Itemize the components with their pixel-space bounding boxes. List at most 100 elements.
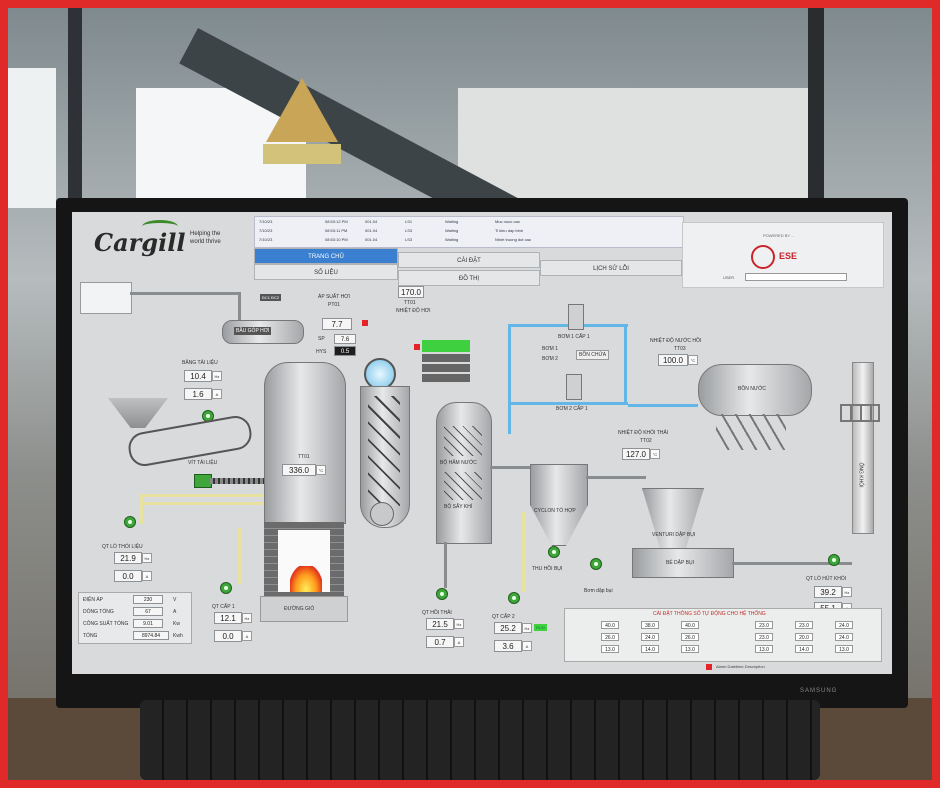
tab-charts[interactable]: ĐỒ THỊ (398, 270, 540, 286)
info-value: 8974.84 (133, 631, 169, 640)
cyclone-label: CYCLON TỔ HỢP (534, 508, 576, 514)
dust-valve-icon[interactable] (548, 546, 560, 558)
flue-pipe (490, 466, 534, 469)
table-cell[interactable]: 14.0 (641, 645, 659, 653)
unit-label: A (142, 571, 152, 581)
tank-stand (716, 414, 786, 450)
info-value: 67 (133, 607, 163, 616)
conveyor-speed-value: 10.4 (184, 370, 212, 382)
induced-draft-fan-freq: 39.2 (814, 586, 842, 598)
alarm-row[interactable]: 7/10/23 08:53:10 PM 001.04 LS3 Waiting N… (255, 237, 683, 244)
footer-status-bar: Alarm Datetime Description (716, 664, 765, 669)
hysteresis-value[interactable]: 0.5 (334, 346, 356, 356)
info-unit: A (173, 609, 177, 615)
alarm-code: LS1 (405, 219, 413, 224)
pump-b-label: BƠM 2 (542, 356, 558, 362)
table-cell[interactable]: 40.0 (601, 621, 619, 629)
table-cell[interactable]: 23.0 (755, 621, 773, 629)
recirculation-fan-freq: 21.5 (426, 618, 454, 630)
tab-settings[interactable]: CÀI ĐẶT (398, 252, 540, 268)
unit-label: A (522, 641, 532, 651)
alarm-state: Waiting (445, 228, 459, 233)
cargill-tagline: Helping the world thrive (190, 231, 221, 245)
air-duct-label: ĐƯỜNG GIÓ (284, 606, 315, 612)
power-info-panel: ĐIỆN ÁP 230 V DÒNG TỔNG 67 A CÔNG SUẤT T… (78, 592, 192, 644)
pump-1-icon[interactable] (568, 304, 584, 330)
table-cell[interactable]: 24.0 (835, 621, 853, 629)
alarm-row[interactable]: 7/10/23 08:53:12 PM 001.04 LS1 Waiting M… (255, 219, 683, 226)
chimney-platform (840, 404, 880, 422)
keyboard (140, 700, 820, 780)
table-cell[interactable]: 13.0 (681, 645, 699, 653)
info-label: TỔNG (83, 633, 98, 639)
unit-label: A (212, 389, 222, 399)
alarm-message: Muc nuoc cao (495, 219, 520, 224)
factory-icon (80, 282, 132, 314)
air-pipe (140, 494, 264, 497)
primary-fan-icon[interactable] (220, 582, 232, 594)
pump-2-label: BƠM 2 CẤP 1 (556, 406, 588, 412)
conveyor-label: BĂNG TẢI LIỆU (182, 360, 218, 366)
user-field[interactable] (745, 273, 847, 281)
water-return-temp-value: 100.0 (658, 354, 688, 366)
alarm-state: Waiting (445, 219, 459, 224)
alarm-time: 08:53:11 PM (325, 228, 348, 233)
table-cell[interactable]: 14.0 (795, 645, 813, 653)
air-pipe (238, 528, 241, 584)
unit-label: A (454, 637, 464, 647)
table-cell[interactable]: 38.0 (641, 621, 659, 629)
scrubber-pump-icon[interactable] (590, 558, 602, 570)
table-cell[interactable]: 20.0 (795, 633, 813, 641)
setpoint-label: SP (318, 336, 325, 342)
level-status-green (422, 340, 470, 352)
induced-draft-fan-icon[interactable] (828, 554, 840, 566)
tab-data[interactable]: SỐ LIỆU (254, 264, 398, 280)
table-cell[interactable]: 13.0 (601, 645, 619, 653)
venturi-scrubber (642, 488, 704, 550)
pump-2-icon[interactable] (566, 374, 582, 400)
setpoint-value[interactable]: 7.6 (334, 334, 356, 344)
recirculation-fan-current: 0.7 (426, 636, 454, 648)
steam-pressure-value: 7.7 (322, 318, 352, 330)
primary-fan-freq: 12.1 (214, 612, 242, 624)
alarm-date: 7/10/23 (259, 219, 273, 224)
heat-exchanger-coils (368, 396, 400, 506)
scrubber-pump-label: Bơm dập bụi (584, 588, 613, 594)
table-cell[interactable]: 13.0 (755, 645, 773, 653)
secondary-fan-icon[interactable] (508, 592, 520, 604)
alarm-value: 001.04 (365, 237, 378, 242)
unit-label: °C (688, 355, 698, 365)
primary-fan-current: 0.0 (214, 630, 242, 642)
table-cell[interactable]: 26.0 (681, 633, 699, 641)
screw-feeder-label: VÍT TẢI LIỆU (188, 460, 218, 466)
water-pipe (508, 324, 511, 434)
tab-home[interactable]: TRANG CHỦ (254, 248, 398, 264)
air-pipe (140, 494, 143, 524)
table-cell[interactable]: 24.0 (835, 633, 853, 641)
furnace-temp-tag: TT01 (298, 454, 310, 460)
brand-caption: POWERED BY ... (763, 233, 795, 238)
unit-label: Hz (142, 553, 152, 563)
table-cell[interactable]: 23.0 (795, 621, 813, 629)
table-cell[interactable]: 13.0 (835, 645, 853, 653)
alarm-message: Nhiet truong dot cao (495, 237, 532, 242)
auto-settings-table: CÀI ĐẶT THÔNG SỐ TỰ ĐỘNG CHO HỆ THỐNG 40… (564, 608, 882, 662)
water-return-temp-tag: TT03 (674, 346, 686, 352)
level-status-row (422, 354, 470, 362)
info-unit: Kwh (173, 633, 183, 639)
table-cell[interactable]: 40.0 (681, 621, 699, 629)
alarm-indicator (362, 320, 368, 326)
table-cell[interactable]: 24.0 (641, 633, 659, 641)
alarm-list[interactable]: 7/10/23 08:53:12 PM 001.04 LS1 Waiting M… (254, 216, 684, 248)
info-value: 230 (133, 595, 163, 604)
unit-label: Hz (454, 619, 464, 629)
pump-a-label: BƠM 1 (542, 346, 558, 352)
tab-error-history[interactable]: LỊCH SỬ LỖI (540, 260, 682, 276)
recirculation-fan-icon[interactable] (436, 588, 448, 600)
table-cell[interactable]: 23.0 (755, 633, 773, 641)
alarm-row[interactable]: 7/10/23 08:53:11 PM 001.04 LS3 Waiting T… (255, 228, 683, 235)
unit-label: Hz (212, 371, 222, 381)
table-cell[interactable]: 26.0 (601, 633, 619, 641)
feed-fan-icon[interactable] (124, 516, 136, 528)
unit-label: Hz (522, 623, 532, 633)
